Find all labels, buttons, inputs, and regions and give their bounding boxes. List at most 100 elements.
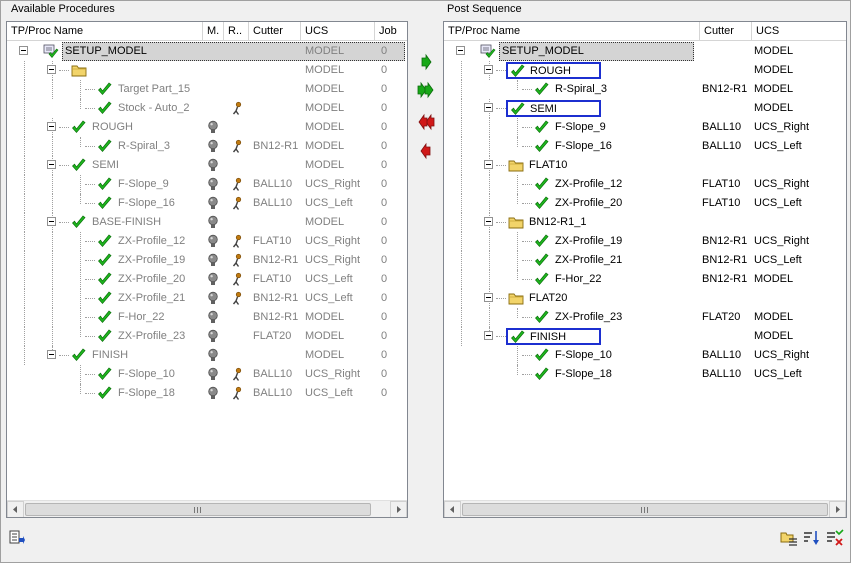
tree-item-label[interactable]: F-Slope_18 xyxy=(553,365,614,384)
tree-item-label[interactable]: ZX-Profile_12 xyxy=(553,175,624,194)
retract-person-icon[interactable] xyxy=(231,234,243,249)
tree-item-label[interactable]: F-Hor_22 xyxy=(116,308,166,327)
machine-bulb-icon[interactable] xyxy=(207,367,219,382)
remove-checked-button[interactable] xyxy=(826,529,844,547)
retract-person-icon[interactable] xyxy=(231,139,243,154)
right-scroll-thumb[interactable] xyxy=(462,503,828,516)
move-all-left-button[interactable] xyxy=(416,112,436,132)
tree-row[interactable]: ZX-Profile_19 BN12-R1 UCS_Right xyxy=(444,232,846,251)
tree-item-label[interactable]: F-Slope_18 xyxy=(116,384,177,403)
retract-person-icon[interactable] xyxy=(231,291,243,306)
collapse-toggle[interactable] xyxy=(484,65,493,74)
tree-row[interactable]: SETUP_MODEL MODEL xyxy=(444,42,846,61)
collapse-toggle[interactable] xyxy=(47,122,56,131)
tree-item-label[interactable]: ZX-Profile_20 xyxy=(116,270,187,289)
tree-item-label[interactable]: ZX-Profile_19 xyxy=(553,232,624,251)
col-r[interactable]: R.. xyxy=(224,22,249,41)
tree-item-label[interactable]: ZX-Profile_19 xyxy=(116,251,187,270)
machine-bulb-icon[interactable] xyxy=(207,158,219,173)
col-ucs-right[interactable]: UCS xyxy=(752,22,846,41)
col-ucs[interactable]: UCS xyxy=(301,22,375,41)
col-m[interactable]: M. xyxy=(203,22,224,41)
collapse-toggle[interactable] xyxy=(47,160,56,169)
retract-person-icon[interactable] xyxy=(231,386,243,401)
tree-item-label[interactable]: R-Spiral_3 xyxy=(116,137,172,156)
tree-row[interactable]: FLAT10 xyxy=(444,156,846,175)
machine-bulb-icon[interactable] xyxy=(207,196,219,211)
tree-item-label[interactable]: ZX-Profile_21 xyxy=(553,251,624,270)
collapse-toggle[interactable] xyxy=(484,160,493,169)
tree-row[interactable]: ZX-Profile_21 BN12-R1 UCS_Left xyxy=(444,251,846,270)
tree-row[interactable]: ZX-Profile_12 FLAT10 UCS_Right 0 xyxy=(7,232,407,251)
tree-row[interactable]: F-Slope_9 BALL10 UCS_Right 0 xyxy=(7,175,407,194)
tree-row[interactable]: R-Spiral_3 BN12-R1 MODEL xyxy=(444,80,846,99)
tree-item-label[interactable]: BASE-FINISH xyxy=(90,213,163,232)
tree-item-label[interactable]: FLAT20 xyxy=(527,289,569,308)
col-cutter[interactable]: Cutter xyxy=(249,22,301,41)
tree-row[interactable]: F-Slope_18 BALL10 UCS_Left xyxy=(444,365,846,384)
post-sequence-tree[interactable]: TP/Proc Name Cutter UCS SETUP_MODEL MODEL… xyxy=(443,21,847,518)
collapse-toggle[interactable] xyxy=(484,293,493,302)
machine-bulb-icon[interactable] xyxy=(207,348,219,363)
tree-row[interactable]: ZX-Profile_20 FLAT10 UCS_Left xyxy=(444,194,846,213)
tree-row[interactable]: FINISH MODEL 0 xyxy=(7,346,407,365)
tree-row[interactable]: ROUGH MODEL 0 xyxy=(7,118,407,137)
tree-row[interactable]: FLAT20 xyxy=(444,289,846,308)
tree-item-label[interactable]: ROUGH xyxy=(90,118,135,137)
tree-row[interactable]: ZX-Profile_12 FLAT10 UCS_Right xyxy=(444,175,846,194)
right-horizontal-scrollbar[interactable] xyxy=(444,500,846,517)
scroll-right-button-right[interactable] xyxy=(829,501,846,517)
tree-row[interactable]: ZX-Profile_23 FLAT20 MODEL xyxy=(444,308,846,327)
tree-row[interactable]: FINISH MODEL xyxy=(444,327,846,346)
available-procedures-tree[interactable]: TP/Proc Name M. R.. Cutter UCS Job SETUP… xyxy=(6,21,408,518)
tree-item-label[interactable]: R-Spiral_3 xyxy=(553,80,609,99)
tree-item-label[interactable]: ZX-Profile_21 xyxy=(116,289,187,308)
machine-bulb-icon[interactable] xyxy=(207,177,219,192)
machine-bulb-icon[interactable] xyxy=(207,386,219,401)
print-list-button[interactable] xyxy=(8,529,26,547)
machine-bulb-icon[interactable] xyxy=(207,253,219,268)
tree-item-label[interactable]: SETUP_MODEL xyxy=(62,42,405,61)
tree-row[interactable]: SEMI MODEL 0 xyxy=(7,156,407,175)
tree-item-label[interactable]: FLAT10 xyxy=(527,156,569,175)
tree-item-label[interactable] xyxy=(90,61,94,80)
collapse-toggle[interactable] xyxy=(484,217,493,226)
tree-row[interactable]: F-Slope_9 BALL10 UCS_Right xyxy=(444,118,846,137)
tree-row[interactable]: SEMI MODEL xyxy=(444,99,846,118)
tree-row[interactable]: F-Slope_16 BALL10 UCS_Left xyxy=(444,137,846,156)
collapse-toggle[interactable] xyxy=(456,46,465,55)
machine-bulb-icon[interactable] xyxy=(207,310,219,325)
retract-person-icon[interactable] xyxy=(231,196,243,211)
tree-item-label[interactable]: F-Slope_16 xyxy=(116,194,177,213)
col-cutter-right[interactable]: Cutter xyxy=(700,22,752,41)
tree-item-label[interactable]: BN12-R1_1 xyxy=(527,213,588,232)
tree-item-label[interactable]: F-Slope_9 xyxy=(116,175,171,194)
collapse-toggle[interactable] xyxy=(484,103,493,112)
machine-bulb-icon[interactable] xyxy=(207,139,219,154)
machine-bulb-icon[interactable] xyxy=(207,215,219,230)
move-right-button[interactable] xyxy=(416,52,436,72)
tree-item-label[interactable]: ZX-Profile_12 xyxy=(116,232,187,251)
tree-item-label[interactable]: SEMI xyxy=(506,100,601,117)
tree-item-label[interactable]: F-Slope_10 xyxy=(116,365,177,384)
machine-bulb-icon[interactable] xyxy=(207,272,219,287)
move-all-right-button[interactable] xyxy=(416,80,436,100)
tree-row[interactable]: BN12-R1_1 xyxy=(444,213,846,232)
col-tp-proc-name-right[interactable]: TP/Proc Name xyxy=(444,22,700,41)
tree-item-label[interactable]: ZX-Profile_23 xyxy=(116,327,187,346)
tree-row[interactable]: MODEL 0 xyxy=(7,61,407,80)
tree-item-label[interactable]: ZX-Profile_23 xyxy=(553,308,624,327)
scroll-left-button[interactable] xyxy=(7,501,24,517)
tree-row[interactable]: F-Hor_22 BN12-R1 MODEL xyxy=(444,270,846,289)
collapse-toggle[interactable] xyxy=(19,46,28,55)
tree-item-label[interactable]: FINISH xyxy=(506,328,601,345)
tree-row[interactable]: F-Slope_18 BALL10 UCS_Left 0 xyxy=(7,384,407,403)
tree-item-label[interactable]: SEMI xyxy=(90,156,121,175)
tree-item-label[interactable]: FINISH xyxy=(90,346,130,365)
tree-row[interactable]: F-Hor_22 BN12-R1 MODEL 0 xyxy=(7,308,407,327)
tree-row[interactable]: SETUP_MODEL MODEL 0 xyxy=(7,42,407,61)
sort-button[interactable] xyxy=(803,529,821,547)
tree-row[interactable]: F-Slope_16 BALL10 UCS_Left 0 xyxy=(7,194,407,213)
collapse-toggle[interactable] xyxy=(484,331,493,340)
retract-person-icon[interactable] xyxy=(231,272,243,287)
